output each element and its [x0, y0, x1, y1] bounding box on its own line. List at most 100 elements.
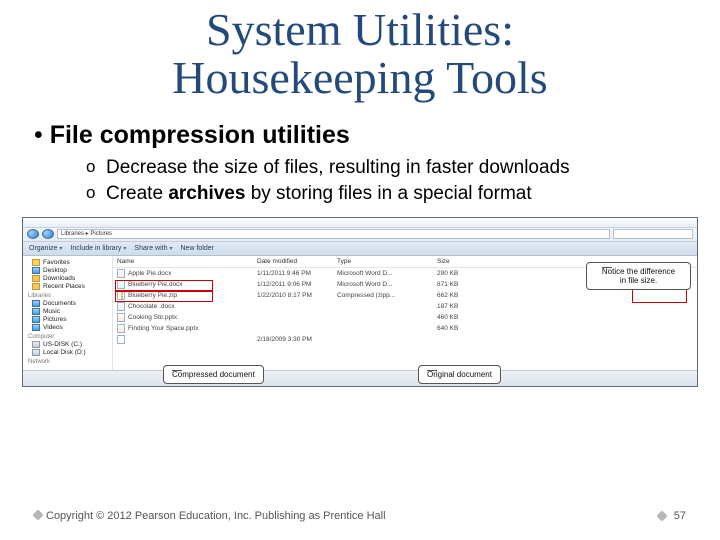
sidebar-label: Pictures	[43, 316, 66, 323]
toolbar-newfolder: New folder	[181, 245, 214, 252]
title-line-1: System Utilities:	[206, 4, 514, 55]
sidebar-network: Network	[28, 359, 107, 365]
toolbar-organize: Organize ▾	[29, 245, 62, 252]
col-type: Type	[337, 258, 437, 265]
folder-icon	[32, 275, 40, 282]
explorer-screenshot: Libraries ▸ Pictures Organize ▾ Include …	[22, 217, 698, 387]
library-icon	[32, 316, 40, 323]
chevron-down-icon: ▾	[169, 245, 172, 252]
file-size: 187 KB	[437, 303, 497, 310]
sidebar-disk-d: Local Disk (D:)	[28, 349, 107, 356]
page-number: 57	[658, 510, 686, 522]
highlight-box-original	[115, 280, 213, 291]
table-row: Chocolate .docx 187 KB	[113, 301, 697, 312]
sidebar-label: Downloads	[43, 275, 75, 282]
file-icon	[117, 302, 125, 311]
bullet-icon	[32, 509, 43, 520]
col-name: Name	[117, 258, 257, 265]
bullet-icon	[656, 510, 667, 521]
file-icon	[117, 269, 125, 278]
library-icon	[32, 300, 40, 307]
file-date: 1/22/2010 8:17 PM	[257, 292, 337, 299]
callout-compressed: Compressed document	[163, 365, 264, 384]
sidebar-videos: Videos	[28, 324, 107, 331]
file-icon	[117, 335, 125, 344]
sidebar-disk-c: US-DISK (C:)	[28, 341, 107, 348]
page-number-text: 57	[674, 510, 686, 522]
file-name: Finding Your Space.pptx	[128, 325, 198, 332]
slide-body: File compression utilities Decrease the …	[0, 103, 720, 207]
sidebar-desktop: Desktop	[28, 267, 107, 274]
desktop-icon	[32, 267, 40, 274]
toolbar-share-label: Share with	[134, 245, 167, 252]
sidebar-label: Videos	[43, 324, 63, 331]
file-type: Microsoft Word D...	[337, 281, 437, 288]
file-date: 1/11/2011 9:46 PM	[257, 270, 337, 277]
file-type: Microsoft Word D...	[337, 270, 437, 277]
explorer-sidebar: Favorites Desktop Downloads Recent Place…	[23, 256, 113, 370]
chevron-down-icon: ▾	[59, 245, 62, 252]
star-icon	[32, 259, 40, 266]
table-row: Finding Your Space.pptx 640 KB	[113, 323, 697, 334]
file-name: Chocolate .docx	[128, 303, 175, 310]
search-field	[613, 229, 693, 239]
sidebar-label: Documents	[43, 300, 76, 307]
callout-difference: Notice the difference in file size.	[586, 262, 691, 290]
copyright-line: Copyright © 2012 Pearson Education, Inc.…	[34, 510, 386, 522]
status-bar	[23, 370, 697, 386]
callout-text-line1: Notice the difference	[602, 267, 675, 276]
explorer-toolbar: Organize ▾ Include in library ▾ Share wi…	[23, 242, 697, 256]
sidebar-label: US-DISK (C:)	[43, 341, 82, 348]
file-size: 640 KB	[437, 325, 497, 332]
sidebar-label: Favorites	[43, 259, 70, 266]
library-icon	[32, 308, 40, 315]
file-icon	[117, 313, 125, 322]
file-size: 662 KB	[437, 292, 497, 299]
file-name: Cooking Stir.pptx	[128, 314, 177, 321]
table-row: 2/18/2009 3:30 PM	[113, 334, 697, 345]
sidebar-label: Desktop	[43, 267, 67, 274]
highlight-box-zip	[115, 291, 213, 302]
sidebar-libraries: Libraries	[28, 293, 107, 299]
sidebar-computer: Computer	[28, 334, 107, 340]
file-type: Compressed (zipp...	[337, 292, 437, 299]
toolbar-organize-label: Organize	[29, 245, 57, 252]
sub2-post: by storing files in a special format	[245, 183, 531, 204]
sidebar-recent: Recent Places	[28, 283, 107, 290]
toolbar-include-label: Include in library	[70, 245, 121, 252]
sidebar-favorites: Favorites	[28, 259, 107, 266]
library-icon	[32, 324, 40, 331]
toolbar-share: Share with ▾	[134, 245, 172, 252]
table-row: Cooking Stir.pptx460 KB	[113, 312, 697, 323]
callout-text: Original document	[427, 370, 492, 379]
toolbar-include: Include in library ▾	[70, 245, 126, 252]
address-bar: Libraries ▸ Pictures	[23, 228, 697, 242]
file-date: 1/12/2011 9:06 PM	[257, 281, 337, 288]
window-titlebar	[23, 218, 697, 228]
file-date: 2/18/2009 3:30 PM	[257, 336, 337, 343]
forward-button-icon	[42, 229, 54, 239]
file-name: Apple Pie.docx	[128, 270, 171, 277]
chevron-down-icon: ▾	[123, 245, 126, 252]
sub-bullet-1: Decrease the size of files, resulting in…	[86, 156, 686, 181]
file-size: 871 KB	[437, 281, 497, 288]
slide-footer: Copyright © 2012 Pearson Education, Inc.…	[34, 510, 686, 522]
sidebar-music: Music	[28, 308, 107, 315]
disk-icon	[32, 349, 40, 356]
callout-text: Compressed document	[172, 370, 255, 379]
sub-bullet-list: Decrease the size of files, resulting in…	[34, 156, 686, 207]
title-line-2: Housekeeping Tools	[172, 52, 547, 103]
sub-bullet-2: Create archives by storing files in a sp…	[86, 182, 686, 207]
callout-text-line2: in file size.	[620, 276, 657, 285]
bullet-main: File compression utilities	[34, 121, 686, 150]
file-icon	[117, 324, 125, 333]
disk-icon	[32, 341, 40, 348]
sidebar-documents: Documents	[28, 300, 107, 307]
sidebar-label: Local Disk (D:)	[43, 349, 86, 356]
back-button-icon	[27, 229, 39, 239]
callout-original: Original document	[418, 365, 501, 384]
sub2-bold: archives	[168, 183, 245, 204]
copyright-text: Copyright © 2012 Pearson Education, Inc.…	[46, 510, 386, 522]
sidebar-pictures: Pictures	[28, 316, 107, 323]
breadcrumb: Libraries ▸ Pictures	[57, 229, 610, 239]
